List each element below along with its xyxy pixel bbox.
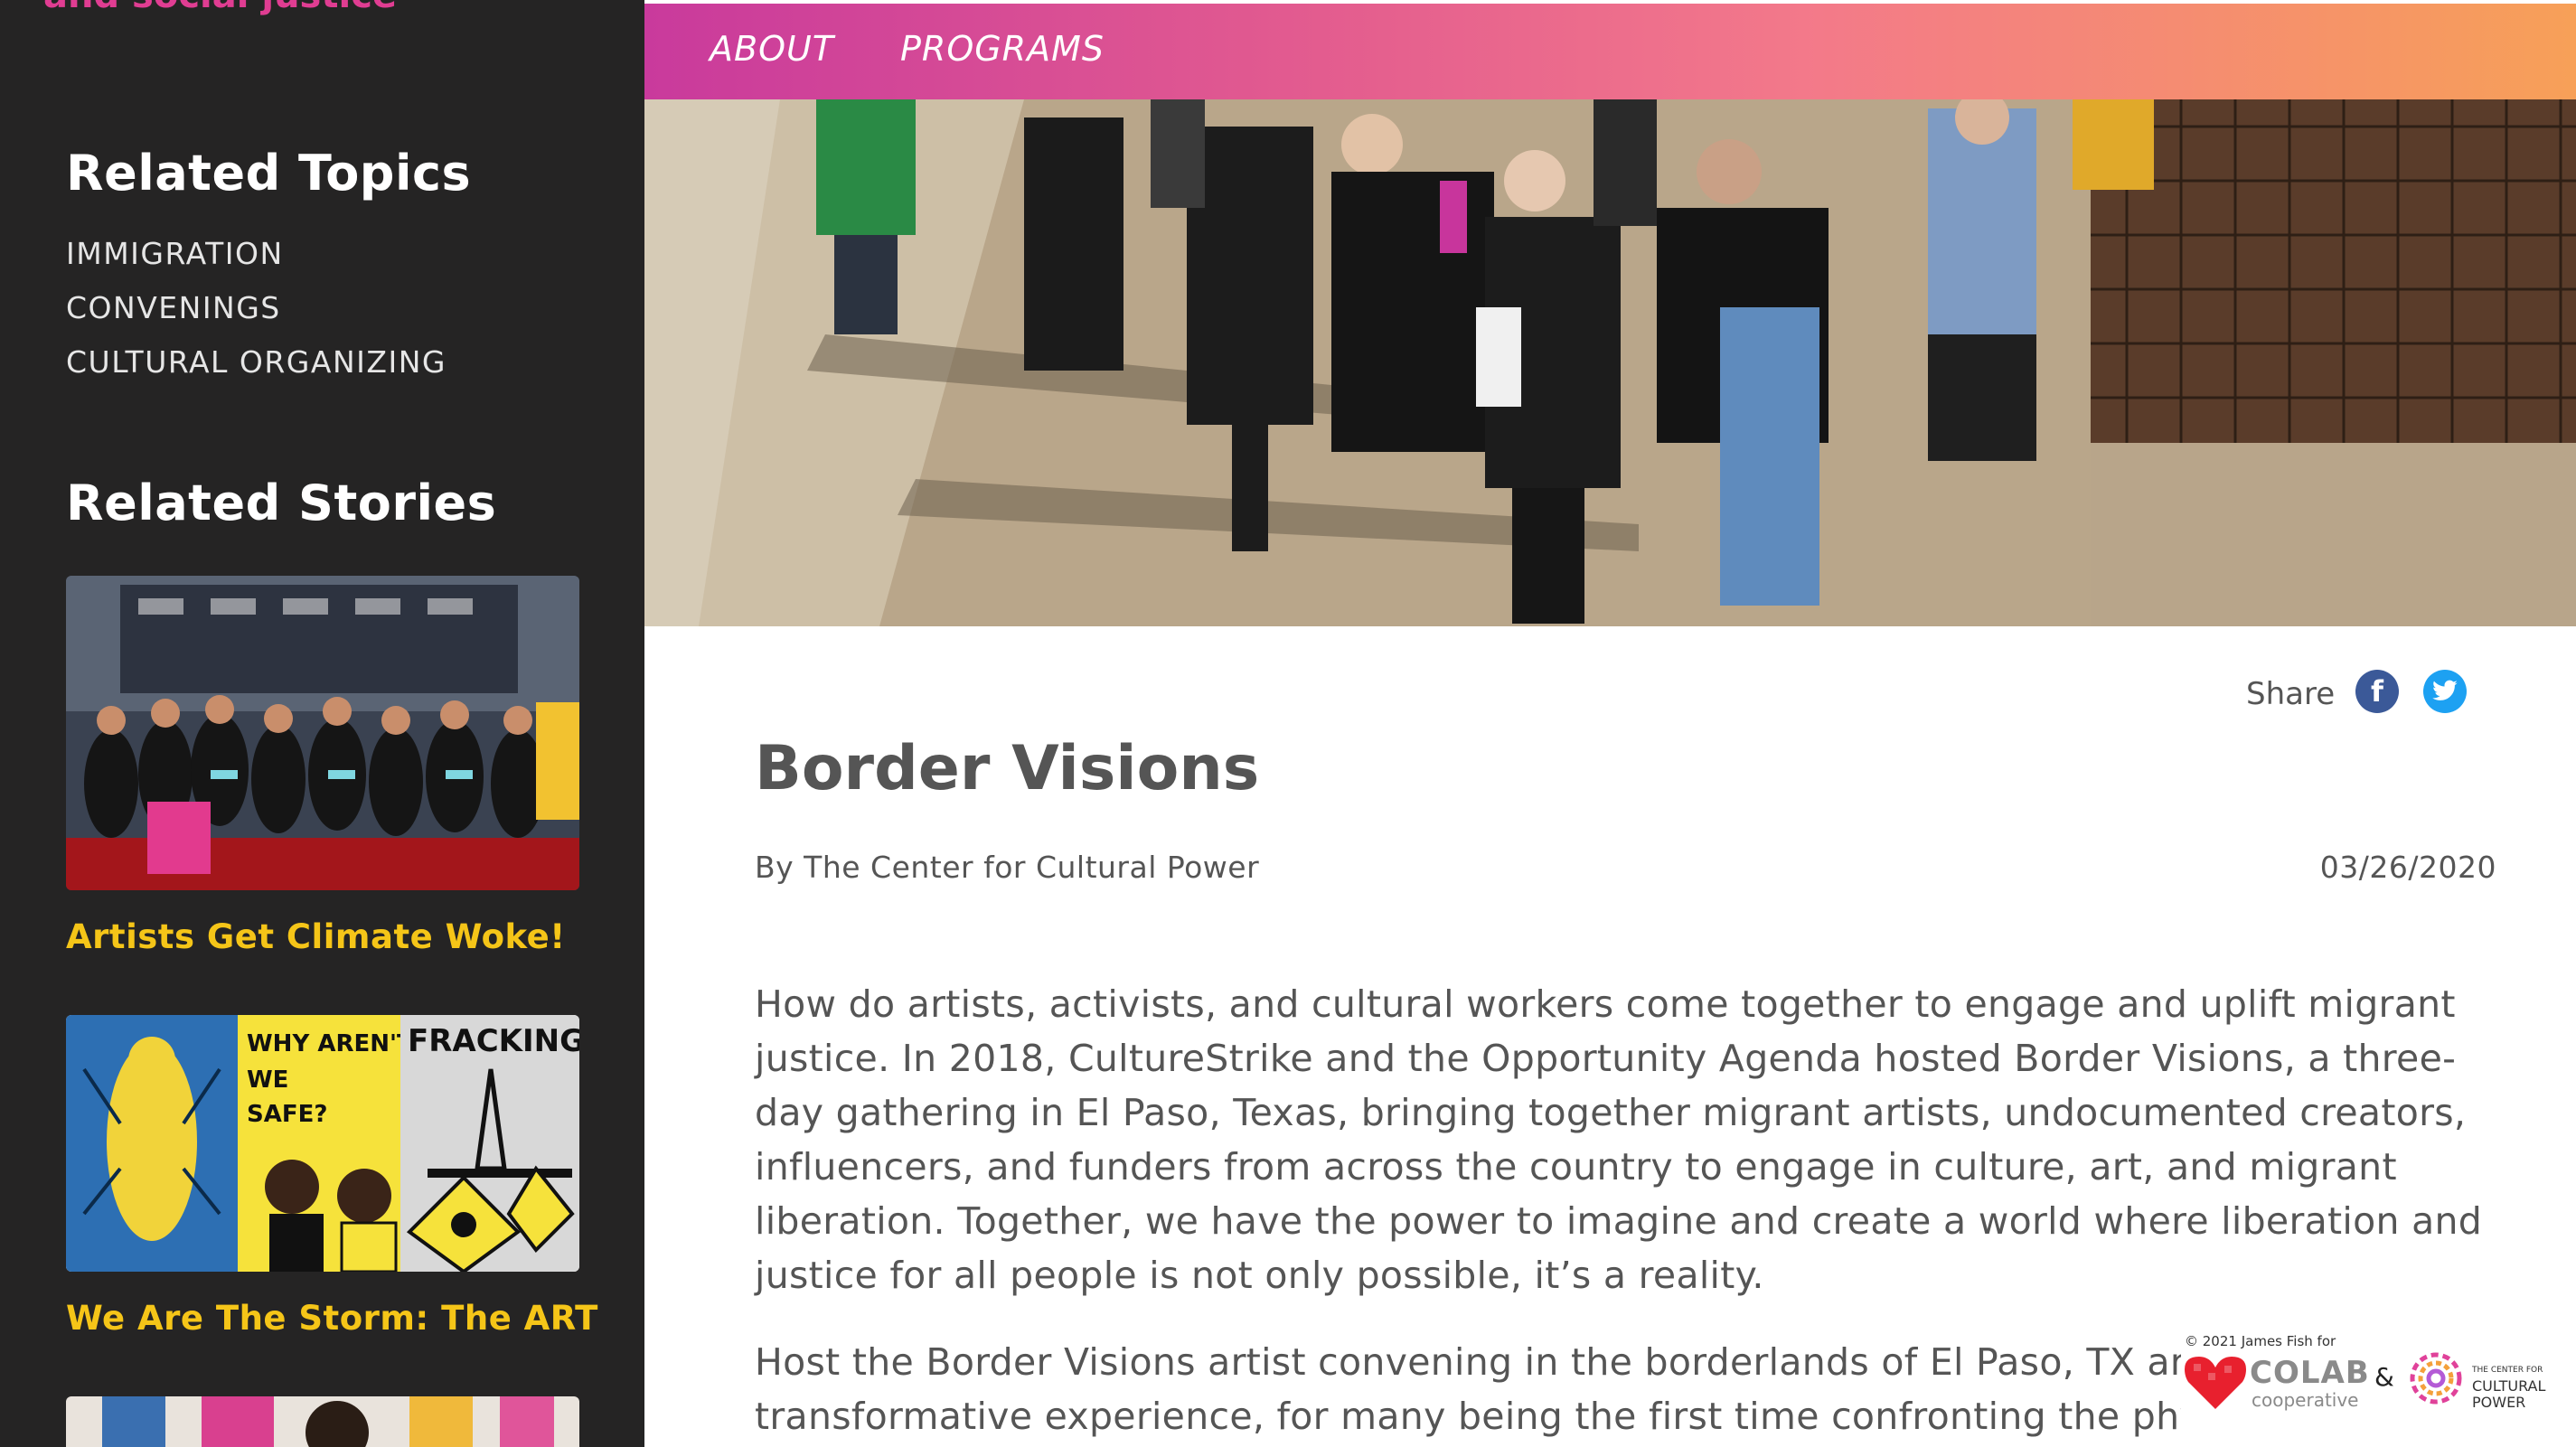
twitter-bird-glyph [2432,680,2458,700]
svg-text:SAFE?: SAFE? [247,1101,327,1128]
related-topics-list: IMMIGRATION CONVENINGS CULTURAL ORGANIZI… [66,235,447,398]
article-date: 03/26/2020 [2319,850,2496,885]
related-stories-heading: Related Stories [66,475,497,531]
ccp-line-1: CULTURAL [2472,1377,2546,1395]
border-walk-photo [644,99,2576,626]
article-byline: By The Center for Cultural Power [755,850,1260,885]
credit-copyright: © 2021 James Fish for [2185,1333,2336,1349]
colab-cooperative: cooperative [2252,1389,2359,1411]
facebook-icon[interactable]: f [2355,670,2399,713]
article-title: Border Visions [755,733,1260,804]
ccp-line-2: POWER [2472,1394,2526,1411]
story-card-we-are-the-storm[interactable]: WHY AREN'T WE SAFE? FRACKING We Are The … [66,1015,597,1338]
credit-badge: © 2021 James Fish for COLAB cooperative … [2181,1326,2576,1447]
nav-about[interactable]: ABOUT [710,29,834,69]
story-title-we-are-the-storm[interactable]: We Are The Storm: The ART [66,1299,597,1338]
topic-link-convenings[interactable]: CONVENINGS [66,289,447,343]
svg-text:FRACKING: FRACKING [408,1023,579,1059]
story-thumbnail-we-are-the-storm[interactable]: WHY AREN'T WE SAFE? FRACKING [66,1015,579,1272]
center-for-cultural-power-logo[interactable] [2407,1349,2465,1407]
colab-heart-logo[interactable] [2185,1355,2246,1411]
group-photo-image [66,576,579,890]
story-card-partial[interactable] [66,1396,579,1447]
partial-story-image [66,1396,579,1447]
story-thumbnail-partial[interactable] [66,1396,579,1447]
svg-text:WHY AREN'T: WHY AREN'T [247,1030,413,1057]
story-thumbnail-climate-woke[interactable] [66,576,579,890]
sidebar: and social justice Related Topics IMMIGR… [0,0,644,1447]
nav-programs[interactable]: PROGRAMS [900,29,1105,69]
topic-link-immigration[interactable]: IMMIGRATION [66,235,447,289]
top-navigation: ABOUT PROGRAMS [644,0,2576,99]
article: Share f Border Visions By The Center for… [644,626,2576,1447]
center-for-cultural-power-wordmark: THE CENTER FOR CULTURAL POWER [2472,1362,2571,1411]
sidebar-tagline: and social justice [43,0,397,16]
fracking-artwork-image: WHY AREN'T WE SAFE? FRACKING [66,1015,579,1272]
svg-text:WE: WE [247,1066,288,1094]
story-title-climate-woke[interactable]: Artists Get Climate Woke! [66,917,579,956]
share-label: Share [2246,676,2336,712]
topic-link-cultural-organizing[interactable]: CULTURAL ORGANIZING [66,343,447,398]
related-topics-heading: Related Topics [66,145,472,202]
ccp-small-text: THE CENTER FOR [2472,1366,2543,1375]
colab-wordmark: COLAB [2250,1355,2370,1391]
hero-image [644,99,2576,626]
twitter-icon[interactable] [2423,670,2467,713]
story-card-climate-woke[interactable]: Artists Get Climate Woke! [66,576,579,956]
article-paragraph: How do artists, activists, and cultural … [755,982,2483,1297]
credit-ampersand: & [2374,1362,2394,1392]
